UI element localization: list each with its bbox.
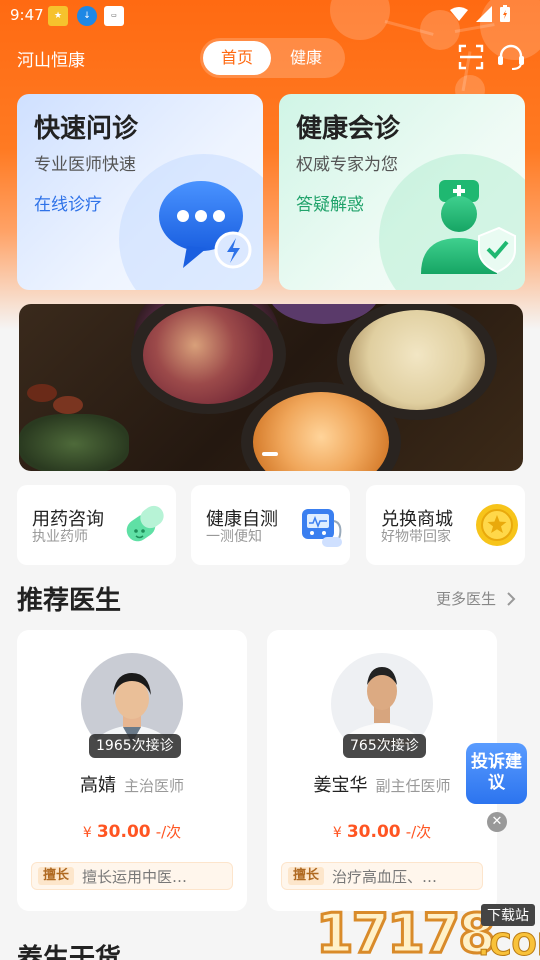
more-doctors-label: 更多医生 bbox=[435, 590, 496, 608]
doctor-speciality: 擅长 擅长运用中医… bbox=[31, 862, 233, 890]
status-time: 9:47 bbox=[10, 6, 44, 24]
consult-price: ¥ 30.00 -/次 bbox=[17, 821, 247, 842]
watermark-tag: 下载站 bbox=[481, 904, 535, 926]
recommended-doctors-title: 推荐医生 bbox=[17, 586, 122, 616]
tab-home[interactable]: 首页 bbox=[203, 41, 271, 75]
doctor-card[interactable]: 1965次接诊 高婧 主治医师 ¥ 30.00 -/次 擅长 擅长运用中医… bbox=[17, 630, 247, 911]
site-watermark: 17178 下载站 .COM bbox=[315, 901, 540, 960]
location-label[interactable]: 河山恒康 bbox=[17, 46, 85, 71]
price-unit: -/次 bbox=[155, 823, 182, 841]
card-tag: 答疑解惑 bbox=[296, 195, 364, 215]
scan-icon[interactable] bbox=[456, 42, 486, 72]
wifi-icon bbox=[450, 6, 468, 21]
speciality-text: 擅长运用中医… bbox=[82, 867, 188, 886]
more-doctors-link[interactable]: 更多医生 bbox=[436, 588, 516, 609]
battery-icon bbox=[500, 5, 510, 22]
status-icons bbox=[450, 5, 510, 22]
customer-service-icon[interactable] bbox=[496, 42, 526, 72]
chat-bubble-icon bbox=[159, 181, 252, 269]
watermark-number: 17178 bbox=[315, 901, 498, 960]
blood-pressure-icon bbox=[302, 509, 342, 547]
doctor-card[interactable]: 765次接诊 姜宝华 副主任医师 ¥ 30.00 -/次 擅长 治疗高血压、… bbox=[267, 630, 497, 911]
price-currency: ¥ bbox=[332, 825, 342, 841]
quick-consult-card[interactable]: 快速问诊 专业医师快速 在线诊疗 bbox=[17, 94, 263, 290]
feature-subtitle: 一测便知 bbox=[206, 529, 262, 545]
banner-herbs bbox=[27, 384, 57, 402]
banner-herbs bbox=[19, 414, 129, 471]
card-tag: 在线诊疗 bbox=[34, 195, 102, 215]
visit-count-badge: 1965次接诊 bbox=[89, 734, 181, 758]
price-amount: 30.00 bbox=[96, 822, 151, 842]
promo-banner[interactable] bbox=[19, 304, 523, 471]
health-consultation-card[interactable]: 健康会诊 权威专家为您 答疑解惑 bbox=[279, 94, 525, 290]
tab-health[interactable]: 健康 bbox=[272, 41, 340, 75]
feature-subtitle: 执业药师 bbox=[32, 529, 88, 545]
capsule-icon bbox=[126, 505, 164, 542]
feature-subtitle: 好物带回家 bbox=[381, 529, 451, 545]
feedback-button[interactable]: 投诉建议 bbox=[466, 743, 527, 804]
card-title: 快速问诊 bbox=[34, 114, 139, 144]
doctor-name: 姜宝华 bbox=[313, 775, 368, 796]
price-currency: ¥ bbox=[82, 825, 92, 841]
wellness-section-title: 养生干货 bbox=[17, 944, 122, 960]
banner-dot bbox=[262, 452, 278, 456]
doctor-name: 高婧 bbox=[79, 775, 116, 796]
top-navigation: 河山恒康 首页 健康 bbox=[0, 38, 540, 78]
card-title: 健康会诊 bbox=[296, 114, 401, 144]
speciality-text: 治疗高血压、… bbox=[332, 867, 438, 886]
tab-switch: 首页 健康 bbox=[200, 38, 345, 78]
doctor-title: 副主任医师 bbox=[375, 777, 451, 795]
gold-coin-icon bbox=[476, 504, 518, 546]
feature-health-self-test[interactable]: 健康自测 一测便知 bbox=[191, 485, 350, 565]
price-unit: -/次 bbox=[405, 823, 432, 841]
speciality-tag: 擅长 bbox=[288, 867, 325, 885]
doctor-speciality: 擅长 治疗高血压、… bbox=[281, 862, 483, 890]
speciality-tag: 擅长 bbox=[38, 867, 75, 885]
banner-pagination bbox=[262, 452, 278, 456]
watermark-suffix: .COM bbox=[478, 928, 540, 960]
news-notification-icon: ▭ bbox=[104, 6, 124, 26]
chevron-right-icon bbox=[507, 591, 516, 606]
price-amount: 30.00 bbox=[346, 822, 401, 842]
app-notification-icon: ★ bbox=[48, 6, 68, 26]
consult-price: ¥ 30.00 -/次 bbox=[267, 821, 497, 842]
banner-herbs bbox=[53, 396, 83, 414]
card-subtitle: 权威专家为您 bbox=[296, 155, 398, 175]
doctor-shield-icon bbox=[421, 180, 516, 274]
close-icon[interactable]: ✕ bbox=[487, 812, 507, 832]
doctor-name-row: 姜宝华 副主任医师 bbox=[267, 771, 497, 797]
feature-medication-consult[interactable]: 用药咨询 执业药师 bbox=[17, 485, 176, 565]
signal-icon bbox=[476, 5, 492, 22]
doctor-title: 主治医师 bbox=[123, 777, 184, 795]
card-subtitle: 专业医师快速 bbox=[34, 155, 136, 175]
feature-exchange-mall[interactable]: 兑换商城 好物带回家 bbox=[366, 485, 525, 565]
visit-count-badge: 765次接诊 bbox=[343, 734, 426, 758]
download-notification-icon: ↓ bbox=[77, 6, 97, 26]
banner-bowl bbox=[143, 306, 273, 404]
status-bar: 9:47 ★ ↓ ▭ bbox=[0, 0, 540, 32]
doctor-name-row: 高婧 主治医师 bbox=[17, 771, 247, 797]
